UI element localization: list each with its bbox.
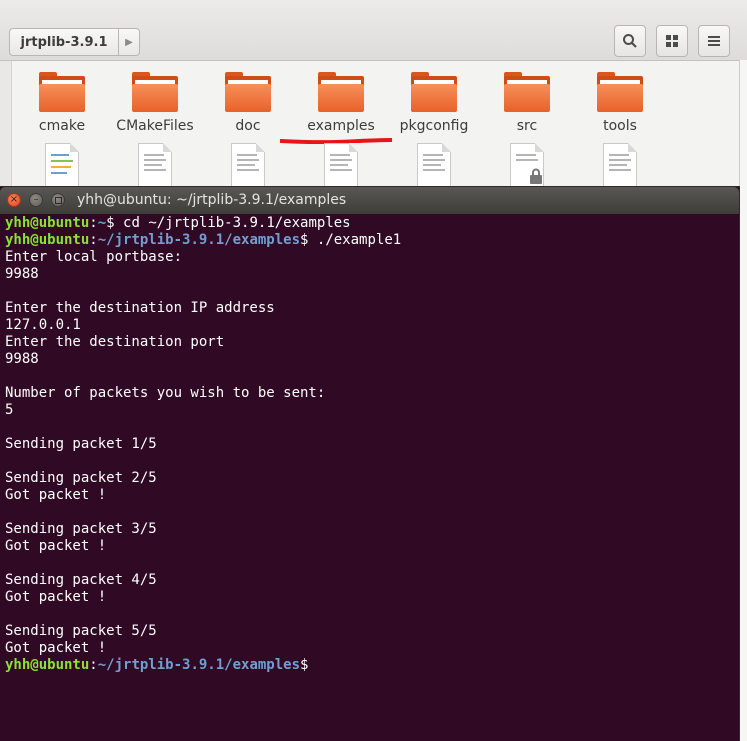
window-edge: [739, 60, 747, 741]
sidebar-edge: [0, 61, 12, 191]
view-grid-button[interactable]: [656, 25, 688, 57]
terminal-output-line: Enter the destination port: [5, 334, 225, 350]
prompt-command: $: [300, 657, 309, 673]
folder-cmake[interactable]: cmake: [17, 72, 107, 134]
folder-icon: [318, 72, 364, 112]
prompt-command: $ ./example1: [300, 232, 402, 248]
terminal-titlebar[interactable]: × – yhh@ubuntu: ~/jrtplib-3.9.1/examples: [0, 187, 739, 214]
terminal-output-line: Enter local portbase:: [5, 249, 183, 265]
folder-tools[interactable]: tools: [575, 72, 665, 134]
terminal-output-line: Got packet !: [5, 589, 107, 605]
prompt-path: ~: [97, 215, 107, 231]
terminal-output-line: 127.0.0.1: [5, 317, 81, 333]
text-file-icon[interactable]: [417, 143, 451, 187]
minimize-button[interactable]: –: [29, 193, 43, 207]
maximize-icon: [54, 196, 62, 204]
terminal-window[interactable]: × – yhh@ubuntu: ~/jrtplib-3.9.1/examples…: [0, 187, 739, 741]
folder-icon: [411, 72, 457, 112]
folder-label: CMakeFiles: [116, 118, 194, 134]
prompt-user: yhh@ubuntu: [5, 215, 90, 231]
terminal-prompt-line: yhh@ubuntu:~$ cd ~/jrtplib-3.9.1/example…: [5, 215, 351, 231]
terminal-output-line: Sending packet 4/5: [5, 572, 157, 588]
terminal-output-line: 9988: [5, 351, 39, 367]
folder-label: tools: [603, 118, 637, 134]
terminal-output-line: Got packet !: [5, 640, 107, 656]
folder-icon: [132, 72, 178, 112]
search-button[interactable]: [614, 25, 646, 57]
lock-icon: [530, 168, 542, 184]
grid-icon: [666, 35, 678, 47]
terminal-output-line: 5: [5, 402, 14, 418]
folder-doc[interactable]: doc: [203, 72, 293, 134]
prompt-path: ~/jrtplib-3.9.1/examples: [97, 232, 301, 248]
maximize-button[interactable]: [51, 193, 65, 207]
prompt-user: yhh@ubuntu: [5, 657, 90, 673]
folder-cmakefiles[interactable]: CMakeFiles: [110, 72, 200, 134]
menu-button[interactable]: [698, 25, 730, 57]
prompt-user: yhh@ubuntu: [5, 232, 90, 248]
terminal-prompt-line: yhh@ubuntu:~/jrtplib-3.9.1/examples$: [5, 657, 309, 673]
locked-file-icon[interactable]: [510, 143, 544, 187]
terminal-output-line: Sending packet 3/5: [5, 521, 157, 537]
folder-label: examples: [307, 118, 375, 134]
terminal-output[interactable]: yhh@ubuntu:~$ cd ~/jrtplib-3.9.1/example…: [5, 215, 739, 674]
terminal-output-line: Sending packet 5/5: [5, 623, 157, 639]
terminal-output-line: Sending packet 1/5: [5, 436, 157, 452]
terminal-output-line: 9988: [5, 266, 39, 282]
chevron-right-icon: ▶: [125, 36, 133, 48]
folder-pkgconfig[interactable]: pkgconfig: [389, 72, 479, 134]
hamburger-menu-icon: [708, 36, 720, 46]
file-manager-header: jrtplib-3.9.1 ▶: [0, 0, 747, 61]
folder-icon: [225, 72, 271, 112]
terminal-output-line: Number of packets you wish to be sent:: [5, 385, 326, 401]
folder-label: doc: [235, 118, 261, 134]
text-file-icon[interactable]: [603, 143, 637, 187]
terminal-title: yhh@ubuntu: ~/jrtplib-3.9.1/examples: [77, 192, 347, 208]
prompt-path: ~/jrtplib-3.9.1/examples: [97, 657, 301, 673]
text-file-icon[interactable]: [231, 143, 265, 187]
terminal-output-line: Got packet !: [5, 538, 107, 554]
folder-examples[interactable]: examples: [296, 72, 386, 134]
folder-icon: [39, 72, 85, 112]
terminal-output-line: Enter the destination IP address: [5, 300, 275, 316]
spreadsheet-file-icon[interactable]: [45, 143, 79, 187]
folder-src[interactable]: src: [482, 72, 572, 134]
terminal-output-line: Got packet !: [5, 487, 107, 503]
search-icon: [623, 34, 637, 48]
path-bar-label: jrtplib-3.9.1: [20, 34, 108, 50]
text-file-icon[interactable]: [138, 143, 172, 187]
prompt-command: $ cd ~/jrtplib-3.9.1/examples: [106, 215, 351, 231]
close-icon: ×: [9, 194, 19, 205]
terminal-output-line: Sending packet 2/5: [5, 470, 157, 486]
folder-icon: [504, 72, 550, 112]
folder-label: src: [516, 118, 538, 134]
path-bar-button[interactable]: jrtplib-3.9.1: [9, 28, 118, 56]
folder-label: cmake: [38, 118, 86, 134]
folder-icon: [597, 72, 643, 112]
close-button[interactable]: ×: [7, 193, 21, 207]
text-file-icon[interactable]: [324, 143, 358, 187]
folder-label: pkgconfig: [399, 118, 469, 134]
terminal-prompt-line: yhh@ubuntu:~/jrtplib-3.9.1/examples$ ./e…: [5, 232, 402, 248]
minimize-icon: –: [33, 194, 39, 205]
path-forward-button[interactable]: ▶: [118, 28, 140, 56]
